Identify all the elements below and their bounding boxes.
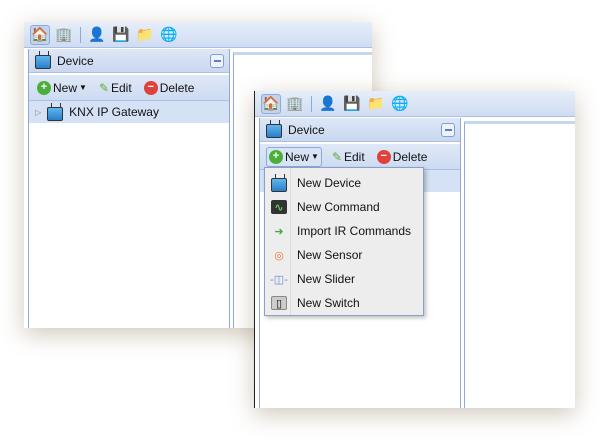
edit-icon: ✎ <box>331 149 342 164</box>
device-panel: Device + New ▼ ✎ Edit − Delete ▷ KNX IP Gate… <box>28 49 230 328</box>
menu-item-label: New Device <box>297 176 362 190</box>
plus-icon: + <box>269 149 283 164</box>
import-icon: ➜ <box>274 225 284 238</box>
chevron-down-icon: ▼ <box>311 152 319 161</box>
menu-item-new-sensor[interactable]: ◎ New Sensor <box>265 243 423 267</box>
menu-item-label: New Slider <box>297 272 356 286</box>
delete-button[interactable]: − Delete <box>375 147 430 167</box>
delete-label: Delete <box>159 80 195 95</box>
chevron-down-icon: ▼ <box>79 83 87 92</box>
edit-label: Edit <box>111 80 132 95</box>
user-icon[interactable]: 👤 <box>87 25 107 45</box>
new-label: New <box>53 80 78 95</box>
folder-icon[interactable]: 📁 <box>135 25 155 45</box>
save-icon[interactable]: 💾 <box>111 25 131 45</box>
plus-icon: + <box>37 80 51 95</box>
tv-icon <box>35 55 51 69</box>
toolbar-separator <box>311 95 312 112</box>
menu-item-new-device[interactable]: New Device <box>265 171 423 195</box>
main-toolbar: 🏠 🏢 👤 💾 📁 🌐 <box>24 22 372 48</box>
new-button[interactable]: + New ▼ <box>266 146 322 167</box>
new-dropdown-menu: New Device ∿ New Command ➜ Import IR Comma… <box>264 167 424 316</box>
home-icon[interactable]: 🏠 <box>261 93 281 114</box>
slider-icon: -◫- <box>270 273 288 286</box>
home-icon[interactable]: 🏠 <box>30 24 50 45</box>
folder-icon[interactable]: 📁 <box>366 94 386 114</box>
user-icon[interactable]: 👤 <box>318 94 338 114</box>
globe-icon[interactable]: 🌐 <box>159 25 179 45</box>
menu-item-label: New Sensor <box>297 248 363 262</box>
menu-item-new-switch[interactable]: ▯ New Switch <box>265 291 423 315</box>
tv-icon <box>266 124 282 138</box>
save-icon[interactable]: 💾 <box>342 94 362 114</box>
tv-icon <box>47 106 64 121</box>
edit-label: Edit <box>344 149 365 164</box>
delete-icon: − <box>376 149 391 164</box>
globe-icon[interactable]: 🌐 <box>390 94 410 114</box>
edit-button[interactable]: ✎ Edit <box>97 78 134 98</box>
edit-icon: ✎ <box>98 80 109 95</box>
panel-title: Device <box>288 122 325 137</box>
delete-label: Delete <box>392 149 428 164</box>
sensor-icon: ◎ <box>274 249 284 262</box>
edit-button[interactable]: ✎ Edit <box>330 147 367 167</box>
expand-icon[interactable]: ▷ <box>35 108 41 117</box>
toolbar-separator <box>80 26 81 43</box>
building-icon[interactable]: 🏢 <box>54 25 74 45</box>
designer-window-front: 🏠 🏢 👤 💾 📁 🌐 Device + New ▼ ✎ Edit − Delete N… <box>254 91 575 408</box>
new-button[interactable]: + New ▼ <box>35 78 89 98</box>
action-bar: + New ▼ ✎ Edit − Delete <box>29 75 229 101</box>
main-toolbar: 🏠 🏢 👤 💾 📁 🌐 <box>255 91 575 117</box>
tree-item[interactable]: ▷ KNX IP Gateway <box>29 101 229 123</box>
delete-button[interactable]: − Delete <box>142 78 197 98</box>
delete-icon: − <box>143 80 158 95</box>
new-label: New <box>285 149 310 164</box>
menu-item-label: New Switch <box>297 296 360 310</box>
command-icon: ∿ <box>271 200 287 214</box>
menu-item-new-command[interactable]: ∿ New Command <box>265 195 423 219</box>
content-panel <box>464 121 575 408</box>
panel-header: Device <box>260 118 460 142</box>
building-icon[interactable]: 🏢 <box>285 94 305 114</box>
collapse-button[interactable] <box>210 54 224 68</box>
collapse-button[interactable] <box>441 123 455 137</box>
menu-item-label: New Command <box>297 200 380 214</box>
tv-icon <box>271 176 287 192</box>
tree-item-label: KNX IP Gateway <box>69 105 159 119</box>
menu-item-import-ir-commands[interactable]: ➜ Import IR Commands <box>265 219 423 243</box>
panel-title: Device <box>57 53 94 68</box>
menu-item-label: Import IR Commands <box>297 224 412 238</box>
switch-icon: ▯ <box>271 296 287 310</box>
menu-item-new-slider[interactable]: -◫- New Slider <box>265 267 423 291</box>
panel-header: Device <box>29 49 229 73</box>
